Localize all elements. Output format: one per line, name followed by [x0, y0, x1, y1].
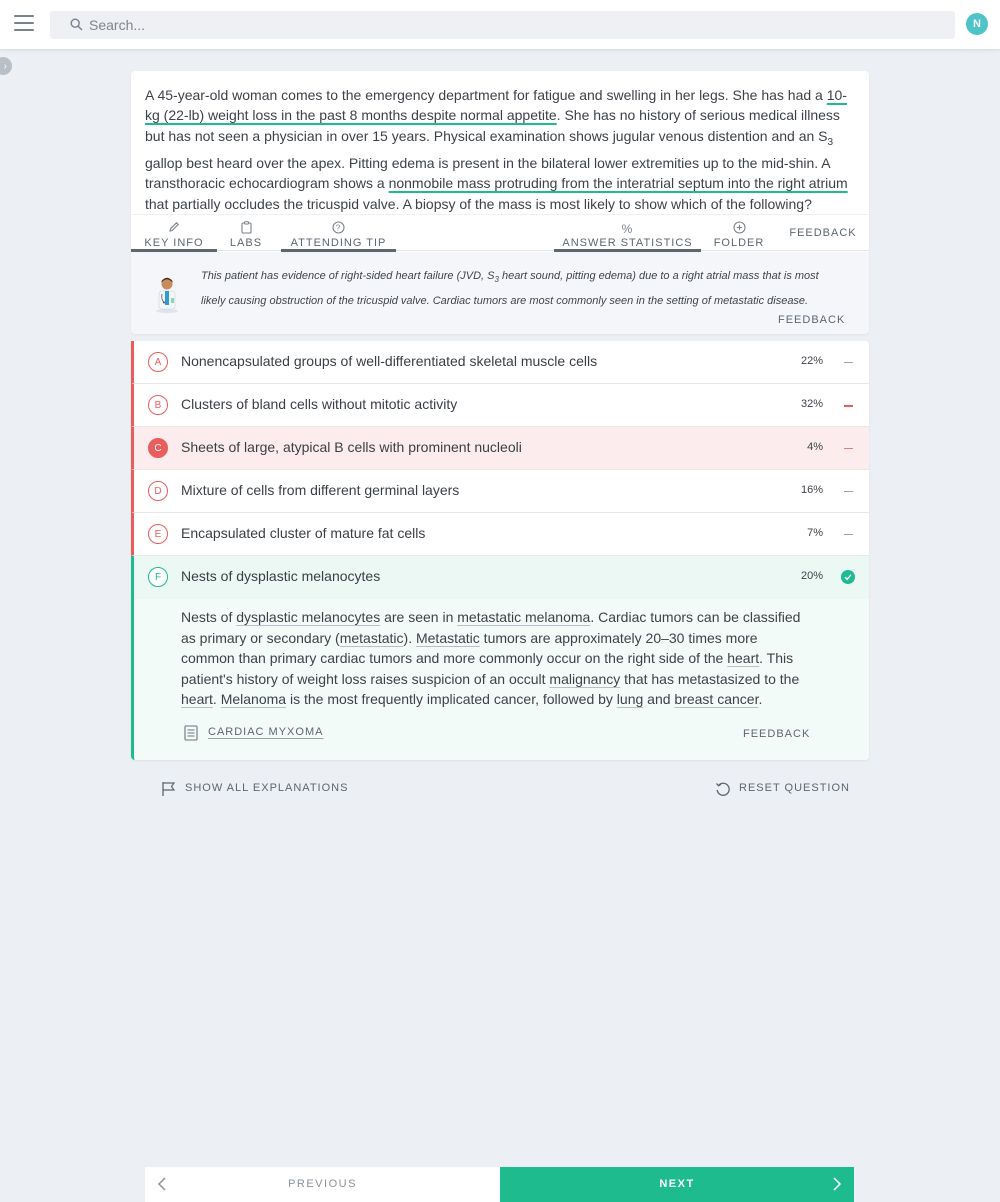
reset-icon	[716, 782, 730, 796]
show-all-explanations-button[interactable]: SHOW ALL EXPLANATIONS	[161, 782, 348, 796]
glossary-link[interactable]: heart	[181, 691, 213, 707]
answer-choice-c-selected[interactable]: C Sheets of large, atypical B cells with…	[131, 427, 869, 470]
next-button[interactable]: NEXT	[500, 1167, 854, 1202]
menu-icon[interactable]	[14, 15, 34, 33]
clipboard-icon	[225, 221, 267, 237]
strike-out-icon[interactable]	[844, 448, 853, 449]
choice-letter: A	[148, 352, 168, 372]
choice-percentage: 4%	[807, 441, 823, 453]
choice-text: Nonencapsulated groups of well-different…	[181, 353, 598, 369]
top-bar: N	[0, 0, 1000, 50]
tab-labs[interactable]: LABS	[225, 215, 267, 252]
choice-percentage: 7%	[807, 527, 823, 539]
explanation-text: Nests of dysplastic melanocytes are seen…	[181, 609, 801, 708]
choice-letter: E	[148, 524, 168, 544]
strike-out-icon[interactable]	[844, 362, 853, 363]
tab-answer-statistics[interactable]: % ANSWER STATISTICS	[554, 215, 701, 252]
choice-letter: F	[148, 567, 168, 587]
tip-feedback-button[interactable]: FEEDBACK	[778, 314, 845, 326]
choice-text: Clusters of bland cells without mitotic …	[181, 396, 458, 412]
choice-percentage: 32%	[800, 398, 823, 410]
tab-key-info[interactable]: KEY INFO	[131, 215, 217, 252]
reset-question-button[interactable]: RESET QUESTION	[715, 782, 850, 796]
answer-choice-b[interactable]: B Clusters of bland cells without mitoti…	[131, 384, 869, 427]
search-input[interactable]	[89, 11, 939, 39]
article-link[interactable]: CARDIAC MYXOMA	[184, 725, 323, 741]
glossary-link[interactable]: lung	[617, 691, 643, 707]
answer-choices: A Nonencapsulated groups of well-differe…	[131, 341, 869, 760]
choice-text: Encapsulated cluster of mature fat cells	[181, 525, 426, 541]
explanation-panel: Nests of dysplastic melanocytes are seen…	[131, 599, 869, 760]
choice-percentage: 22%	[800, 355, 823, 367]
percent-icon: %	[621, 222, 634, 236]
strike-out-icon[interactable]	[844, 405, 853, 407]
glossary-link[interactable]: metastatic	[340, 630, 404, 646]
answer-choice-d[interactable]: D Mixture of cells from different germin…	[131, 470, 869, 513]
check-icon	[841, 570, 855, 584]
strike-out-icon[interactable]	[844, 534, 853, 535]
glossary-link[interactable]: malignancy	[549, 671, 620, 687]
choice-letter: D	[148, 481, 168, 501]
question-stem: A 45-year-old woman comes to the emergen…	[145, 87, 848, 212]
question-circle-icon: ?	[281, 221, 396, 237]
explanation-feedback-button[interactable]: FEEDBACK	[743, 728, 810, 740]
search-icon	[70, 18, 83, 31]
chevron-right-icon	[833, 1177, 842, 1191]
tab-attending-tip[interactable]: ? ATTENDING TIP	[281, 215, 396, 252]
choice-text: Nests of dysplastic melanocytes	[181, 568, 381, 584]
plus-circle-icon	[709, 221, 769, 237]
sidebar-toggle-chevron-icon[interactable]: ›	[0, 57, 12, 75]
choice-letter: B	[148, 395, 168, 415]
svg-text:?: ?	[336, 223, 341, 232]
avatar[interactable]: N	[966, 13, 988, 35]
attending-tip-panel: This patient has evidence of right-sided…	[131, 252, 869, 334]
attending-tip-text: This patient has evidence of right-sided…	[201, 270, 819, 307]
flag-icon	[162, 782, 176, 796]
highlighted-key-info[interactable]: nonmobile mass protruding from the inter…	[389, 175, 848, 191]
choice-percentage: 20%	[800, 570, 823, 582]
article-icon	[184, 725, 198, 741]
answer-choice-f-correct[interactable]: F Nests of dysplastic melanocytes 20%	[131, 556, 869, 599]
question-toolbar: KEY INFO LABS ? ATTENDING TIP % ANSWER S…	[131, 214, 869, 252]
choice-text: Sheets of large, atypical B cells with p…	[181, 439, 522, 455]
strike-out-icon[interactable]	[844, 491, 853, 492]
doctor-avatar-icon	[156, 277, 178, 313]
choice-text: Mixture of cells from different germinal…	[181, 482, 460, 498]
pencil-icon	[131, 221, 217, 237]
glossary-link[interactable]: dysplastic melanocytes	[236, 609, 380, 625]
glossary-link[interactable]: Metastatic	[416, 630, 480, 646]
answer-choice-a[interactable]: A Nonencapsulated groups of well-differe…	[131, 341, 869, 384]
tab-folder[interactable]: FOLDER	[709, 215, 769, 252]
answer-choice-e[interactable]: E Encapsulated cluster of mature fat cel…	[131, 513, 869, 556]
choice-percentage: 16%	[800, 484, 823, 496]
choice-letter: C	[148, 438, 168, 458]
glossary-link[interactable]: Melanoma	[221, 691, 286, 707]
previous-button[interactable]: PREVIOUS	[145, 1167, 500, 1202]
glossary-link[interactable]: breast cancer	[674, 691, 758, 707]
glossary-link[interactable]: metastatic melanoma	[457, 609, 590, 625]
search-bar[interactable]	[50, 11, 955, 39]
glossary-link[interactable]: heart	[727, 650, 759, 666]
question-card: A 45-year-old woman comes to the emergen…	[131, 71, 869, 334]
